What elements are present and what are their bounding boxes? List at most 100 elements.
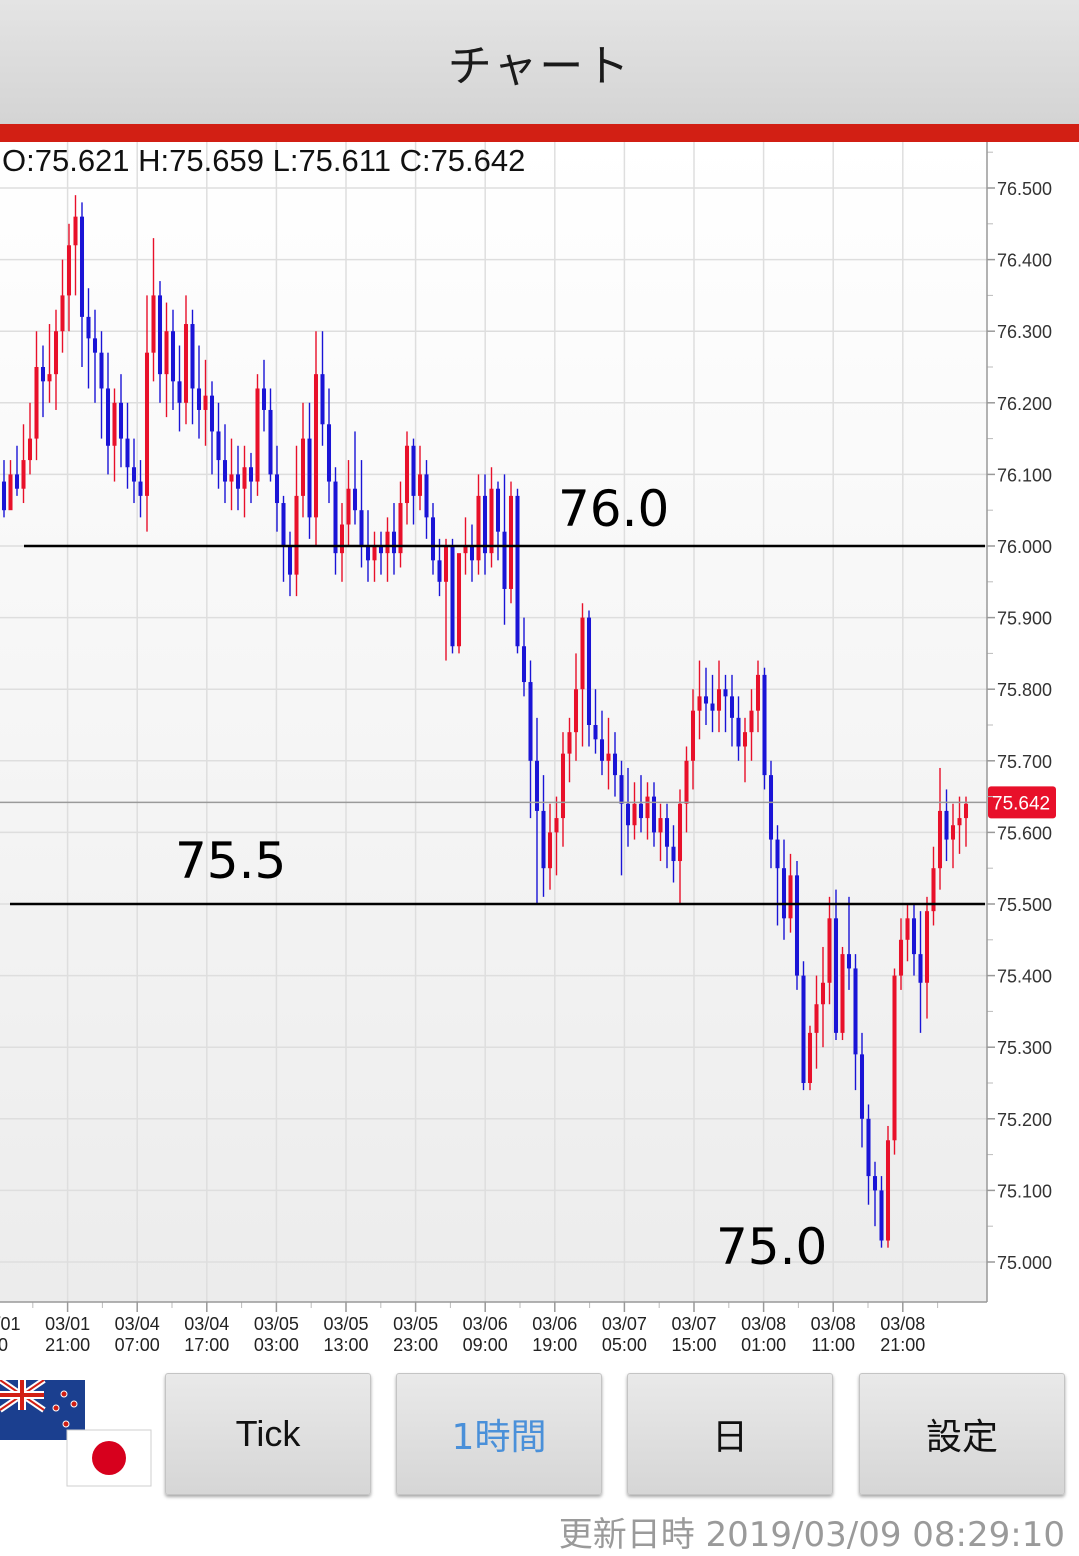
candle-body bbox=[313, 374, 319, 518]
candle-body bbox=[372, 546, 377, 561]
candle-body bbox=[489, 488, 494, 554]
candle-body bbox=[625, 803, 631, 826]
x-tick-date: 03/05 bbox=[393, 1314, 438, 1334]
candle-body bbox=[476, 495, 481, 561]
y-tick-label: 75.100 bbox=[997, 1181, 1052, 1201]
candle bbox=[794, 861, 800, 990]
candle-body bbox=[677, 803, 683, 862]
hourly-button[interactable]: 1時間 bbox=[396, 1373, 602, 1495]
candle-body bbox=[593, 725, 598, 740]
tick-button[interactable]: Tick bbox=[165, 1373, 371, 1495]
candle-body bbox=[963, 803, 969, 819]
candle-body bbox=[515, 495, 520, 647]
candle-body bbox=[554, 818, 559, 833]
candle-body bbox=[879, 1190, 884, 1241]
candle-body bbox=[528, 682, 533, 761]
japan-flag-icon bbox=[66, 1429, 152, 1487]
candle-body bbox=[632, 803, 637, 826]
candle-body bbox=[736, 717, 741, 747]
y-tick-label: 76.400 bbox=[997, 251, 1052, 271]
candle-body bbox=[34, 367, 39, 439]
candle-body bbox=[872, 1176, 878, 1191]
candle-body bbox=[131, 467, 137, 482]
x-tick-time: 15:00 bbox=[671, 1335, 716, 1355]
candle-body bbox=[66, 245, 72, 296]
x-tick-time: 09:00 bbox=[463, 1335, 508, 1355]
settings-button[interactable]: 設定 bbox=[859, 1373, 1065, 1495]
x-tick-date: 03/05 bbox=[254, 1314, 299, 1334]
x-tick-date: 03/04 bbox=[115, 1314, 160, 1334]
candle-body bbox=[21, 460, 26, 489]
candle-body bbox=[229, 474, 234, 482]
candle-body bbox=[450, 546, 455, 647]
candle-body bbox=[118, 402, 124, 439]
candle-body bbox=[157, 295, 163, 375]
candle-body bbox=[424, 474, 429, 518]
candle-body bbox=[723, 689, 728, 697]
candle-body bbox=[814, 1004, 819, 1033]
candle-body bbox=[53, 331, 59, 375]
x-tick-date: 03/07 bbox=[602, 1314, 647, 1334]
y-tick-label: 75.500 bbox=[997, 895, 1052, 915]
candle-body bbox=[469, 546, 475, 561]
candle-body bbox=[911, 918, 917, 955]
drawn-line-label: 76.0 bbox=[558, 480, 669, 538]
candlestick-chart[interactable]: 75.642 76.500 76.400 76.300 76.200 76.100 76.… bbox=[0, 142, 1079, 1360]
candle-body bbox=[235, 474, 241, 489]
candle-body bbox=[60, 295, 65, 332]
candle-body bbox=[255, 388, 260, 482]
candle-body bbox=[612, 753, 618, 776]
candle-body bbox=[671, 846, 676, 862]
candle-body bbox=[729, 696, 735, 718]
y-tick-label: 75.400 bbox=[997, 967, 1052, 987]
candle-body bbox=[430, 517, 436, 561]
candle bbox=[840, 946, 845, 1041]
x-tick-time: 17:00 bbox=[184, 1335, 229, 1355]
daily-button[interactable]: 日 bbox=[627, 1373, 833, 1495]
candle-body bbox=[885, 1140, 891, 1241]
candle-body bbox=[144, 352, 150, 496]
candle-body bbox=[99, 352, 104, 389]
candle bbox=[762, 667, 767, 790]
y-tick-label: 76.500 bbox=[997, 179, 1052, 199]
candle-body bbox=[411, 445, 416, 496]
candle-body bbox=[521, 646, 527, 683]
candle-body bbox=[274, 474, 280, 504]
drawn-line-label: 75.5 bbox=[175, 832, 286, 890]
candle-body bbox=[125, 438, 130, 468]
x-tick-date: 03/08 bbox=[880, 1314, 925, 1334]
y-tick-label: 75.900 bbox=[997, 609, 1052, 629]
candle-body bbox=[190, 324, 195, 389]
candle-body bbox=[619, 775, 624, 804]
candle-body bbox=[391, 531, 397, 554]
candle-body bbox=[762, 674, 767, 776]
candle-body bbox=[196, 388, 202, 410]
y-tick-label: 76.300 bbox=[997, 322, 1052, 342]
candle bbox=[456, 553, 462, 654]
candle-body bbox=[937, 810, 943, 869]
candle-body bbox=[385, 531, 390, 554]
candle-body bbox=[183, 324, 189, 403]
candle-body bbox=[222, 460, 228, 482]
x-tick-time: 01:00 bbox=[741, 1335, 786, 1355]
x-tick-time: 07:00 bbox=[115, 1335, 160, 1355]
candle-body bbox=[768, 775, 774, 840]
candle-body bbox=[300, 438, 306, 496]
x-tick-time: 23:00 bbox=[393, 1335, 438, 1355]
candle bbox=[450, 538, 455, 654]
currency-pair-flags[interactable] bbox=[0, 1380, 160, 1490]
candle-body bbox=[599, 739, 605, 761]
y-tick-label: 75.200 bbox=[997, 1110, 1052, 1130]
accent-bar bbox=[0, 124, 1079, 142]
candle-body bbox=[437, 560, 442, 582]
y-tick-label: 75.000 bbox=[997, 1253, 1052, 1273]
candle bbox=[885, 1125, 891, 1248]
candle-body bbox=[703, 696, 709, 704]
candle-body bbox=[859, 1054, 865, 1119]
candle-body bbox=[775, 839, 780, 869]
candle-body bbox=[209, 395, 215, 432]
candle-body bbox=[326, 424, 332, 482]
candle-body bbox=[346, 488, 351, 525]
x-tick-time: 05:00 bbox=[602, 1335, 647, 1355]
candle-body bbox=[690, 710, 696, 761]
